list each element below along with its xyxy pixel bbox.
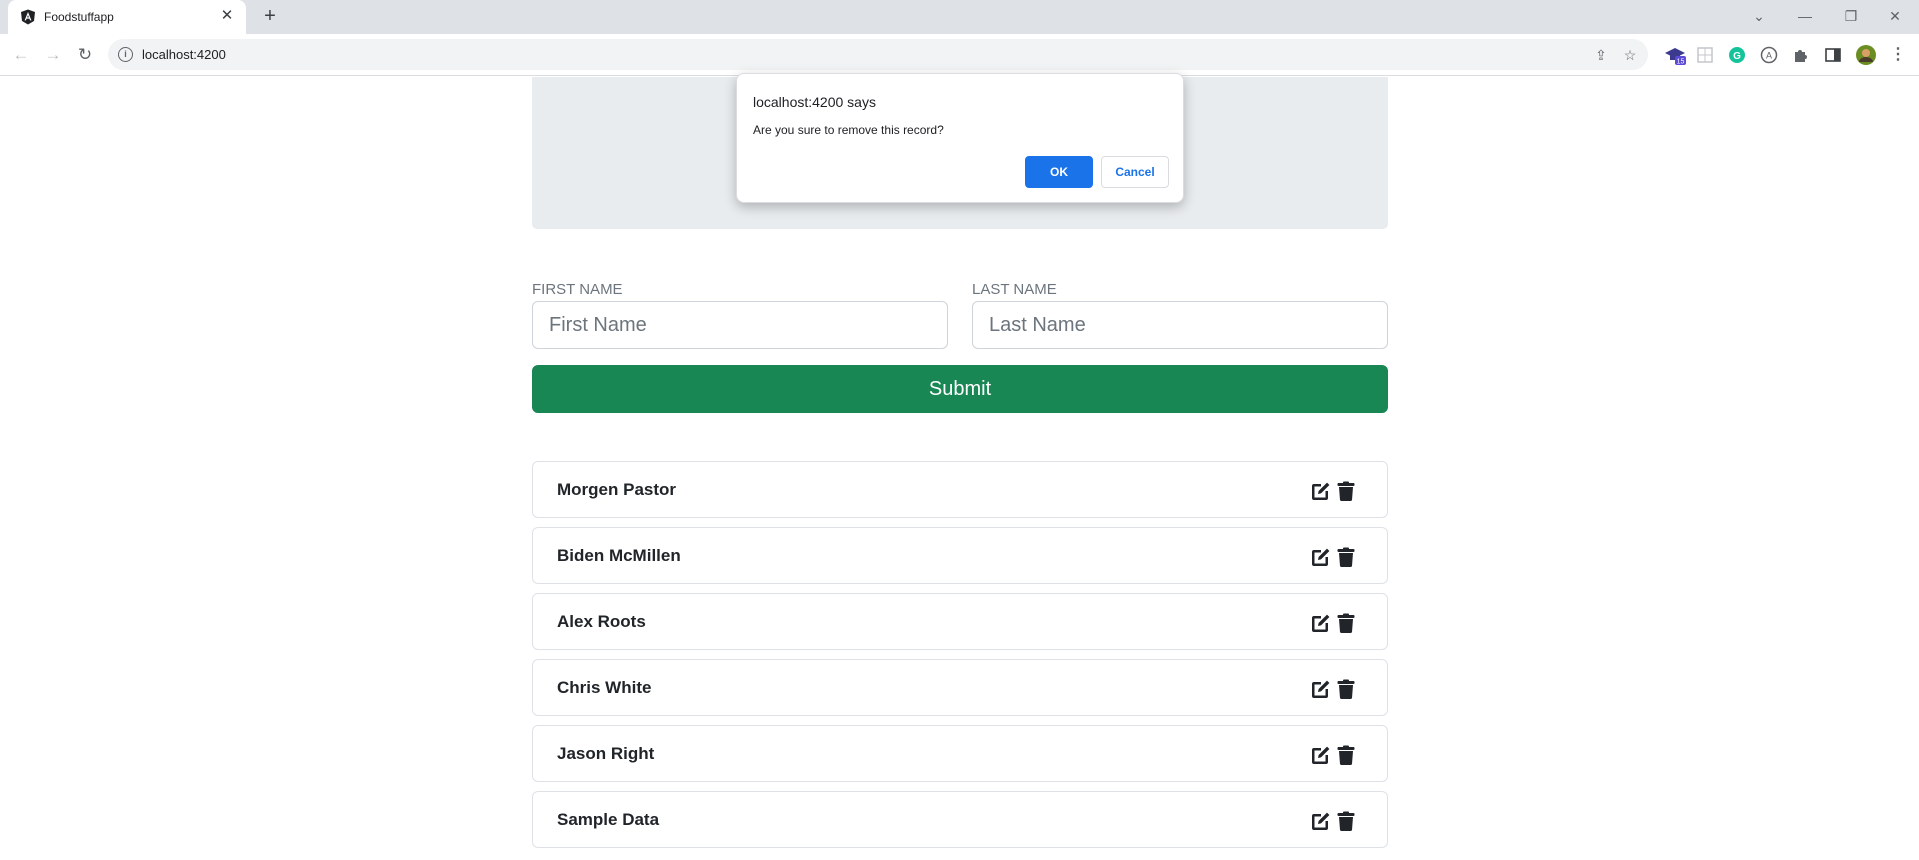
- edit-icon[interactable]: [1310, 612, 1332, 634]
- last-name-label: LAST NAME: [972, 281, 1057, 298]
- record-item: Biden McMillen: [532, 527, 1388, 584]
- record-item: Sample Data: [532, 791, 1388, 848]
- dialog-message: Are you sure to remove this record?: [753, 123, 944, 137]
- bookmark-star-icon[interactable]: ☆: [1619, 44, 1641, 66]
- record-name: Chris White: [557, 678, 652, 697]
- record-item: Jason Right: [532, 725, 1388, 782]
- record-name: Morgen Pastor: [557, 480, 677, 499]
- minimize-button[interactable]: —: [1791, 4, 1819, 28]
- site-info-icon[interactable]: i: [118, 47, 133, 62]
- address-bar[interactable]: i localhost:4200 ⇪ ☆: [108, 39, 1648, 70]
- browser-toolbar: ← → ↻ i localhost:4200 ⇪ ☆ 15 G A ⋮: [0, 34, 1919, 76]
- delete-trash-icon[interactable]: [1335, 612, 1357, 634]
- record-name: Alex Roots: [557, 612, 646, 631]
- record-item: Morgen Pastor: [532, 461, 1388, 518]
- reload-icon[interactable]: ↻: [73, 43, 97, 67]
- svg-text:A: A: [1766, 51, 1772, 61]
- restore-button[interactable]: ❐: [1837, 4, 1865, 28]
- tab-close-icon[interactable]: ✕: [218, 7, 236, 25]
- confirm-dialog: localhost:4200 says Are you sure to remo…: [736, 73, 1184, 203]
- back-arrow-icon[interactable]: ←: [9, 43, 33, 67]
- cancel-button[interactable]: Cancel: [1101, 156, 1169, 188]
- delete-trash-icon[interactable]: [1335, 480, 1357, 502]
- record-item: Chris White: [532, 659, 1388, 716]
- tab-search-button[interactable]: ⌄: [1745, 4, 1773, 28]
- record-item: Alex Roots: [532, 593, 1388, 650]
- puzzle-icon[interactable]: [1790, 44, 1812, 66]
- delete-trash-icon[interactable]: [1335, 744, 1357, 766]
- address-url[interactable]: localhost:4200: [142, 47, 226, 62]
- browser-menu-icon[interactable]: ⋮: [1887, 44, 1909, 66]
- new-tab-button[interactable]: +: [258, 6, 282, 28]
- edit-icon[interactable]: [1310, 678, 1332, 700]
- first-name-label: FIRST NAME: [532, 281, 623, 298]
- edit-icon[interactable]: [1310, 480, 1332, 502]
- share-icon[interactable]: ⇪: [1590, 44, 1612, 66]
- angular-logo-icon: [21, 9, 35, 25]
- svg-text:G: G: [1733, 51, 1741, 62]
- edit-icon[interactable]: [1310, 744, 1332, 766]
- browser-tab[interactable]: Foodstuffapp ✕: [8, 0, 246, 34]
- grammarly-icon[interactable]: G: [1726, 44, 1748, 66]
- forward-arrow-icon[interactable]: →: [41, 43, 65, 67]
- window-close-button[interactable]: ✕: [1881, 4, 1909, 28]
- extension-badge: 15: [1677, 59, 1685, 66]
- first-name-input[interactable]: [532, 301, 948, 349]
- extension-graduation-cap-icon[interactable]: 15: [1664, 44, 1686, 66]
- delete-trash-icon[interactable]: [1335, 678, 1357, 700]
- submit-button[interactable]: Submit: [532, 365, 1388, 413]
- extension-grid-icon[interactable]: [1694, 44, 1716, 66]
- ok-button[interactable]: OK: [1025, 156, 1093, 188]
- record-name: Jason Right: [557, 744, 655, 763]
- delete-trash-icon[interactable]: [1335, 810, 1357, 832]
- delete-trash-icon[interactable]: [1335, 546, 1357, 568]
- last-name-input[interactable]: [972, 301, 1388, 349]
- record-name: Biden McMillen: [557, 546, 681, 565]
- dialog-title: localhost:4200 says: [753, 94, 876, 110]
- tab-title: Foodstuffapp: [44, 10, 114, 24]
- tab-strip: Foodstuffapp ✕ + ⌄ — ❐ ✕: [0, 0, 1919, 34]
- profile-avatar[interactable]: [1855, 44, 1877, 66]
- side-panel-icon[interactable]: [1822, 44, 1844, 66]
- edit-icon[interactable]: [1310, 546, 1332, 568]
- record-name: Sample Data: [557, 810, 660, 829]
- edit-icon[interactable]: [1310, 810, 1332, 832]
- angular-devtools-icon[interactable]: A: [1758, 44, 1780, 66]
